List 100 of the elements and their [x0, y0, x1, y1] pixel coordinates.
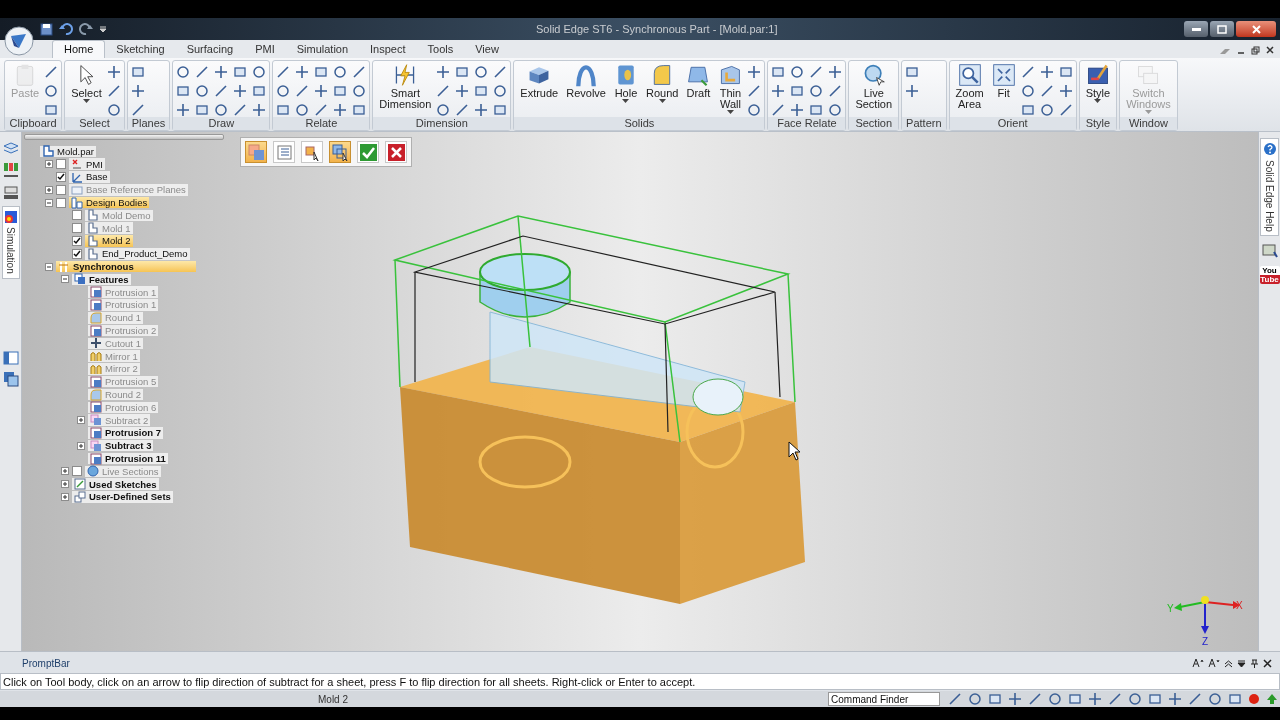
- expander-toggle[interactable]: [77, 416, 85, 425]
- line-tool-icon[interactable]: [352, 65, 367, 79]
- assembly-icon[interactable]: [2, 184, 19, 200]
- square-tool-icon[interactable]: [1020, 103, 1035, 117]
- ribbon-tab[interactable]: Surfacing: [175, 40, 245, 58]
- circle-tool-icon[interactable]: [493, 84, 508, 98]
- line-tool-icon[interactable]: [1028, 692, 1042, 706]
- checkbox[interactable]: [72, 223, 82, 234]
- ribbon-button[interactable]: Style: [1082, 61, 1114, 103]
- square-tool-icon[interactable]: [1228, 692, 1242, 706]
- font-larger-icon[interactable]: [1192, 658, 1204, 668]
- cross-tool-icon[interactable]: [106, 65, 121, 79]
- circle-tool-icon[interactable]: [474, 65, 489, 79]
- cross-tool-icon[interactable]: [333, 103, 348, 117]
- command-bar-button[interactable]: [357, 141, 379, 163]
- maximize-button[interactable]: [1210, 21, 1234, 37]
- line-tool-icon[interactable]: [295, 84, 310, 98]
- command-bar-button[interactable]: [329, 141, 351, 163]
- application-orb-icon[interactable]: [4, 26, 34, 56]
- line-tool-icon[interactable]: [493, 65, 508, 79]
- square-tool-icon[interactable]: [455, 65, 470, 79]
- cross-tool-icon[interactable]: [1168, 692, 1182, 706]
- square-tool-icon[interactable]: [44, 103, 59, 117]
- line-tool-icon[interactable]: [195, 65, 210, 79]
- ribbon-tab[interactable]: View: [464, 40, 510, 58]
- circle-tool-icon[interactable]: [195, 84, 210, 98]
- square-tool-icon[interactable]: [333, 84, 348, 98]
- line-tool-icon[interactable]: [233, 103, 248, 117]
- customize-caret-icon[interactable]: [99, 25, 107, 33]
- circle-tool-icon[interactable]: [1020, 84, 1035, 98]
- circle-tool-icon[interactable]: [436, 103, 451, 117]
- checkbox[interactable]: [56, 172, 66, 182]
- square-tool-icon[interactable]: [176, 84, 191, 98]
- record-icon[interactable]: [1248, 693, 1260, 705]
- square-tool-icon[interactable]: [809, 103, 824, 117]
- command-bar-button[interactable]: [301, 141, 323, 163]
- circle-tool-icon[interactable]: [333, 65, 348, 79]
- cross-tool-icon[interactable]: [436, 65, 451, 79]
- ribbon-button[interactable]: Fit: [988, 61, 1019, 99]
- cross-tool-icon[interactable]: [905, 84, 920, 98]
- cross-tool-icon[interactable]: [474, 103, 489, 117]
- expander-toggle[interactable]: [61, 492, 69, 501]
- ribbon-button[interactable]: Smart Dimension: [376, 61, 435, 110]
- line-tool-icon[interactable]: [828, 84, 843, 98]
- tree-item[interactable]: Features: [72, 273, 131, 286]
- expander-toggle[interactable]: [45, 198, 53, 207]
- circle-tool-icon[interactable]: [1039, 103, 1054, 117]
- ribbon-button[interactable]: Zoom Area: [952, 61, 987, 110]
- ribbon-tab[interactable]: Simulation: [285, 40, 360, 58]
- circle-tool-icon[interactable]: [252, 65, 267, 79]
- undo-icon[interactable]: [59, 22, 73, 36]
- square-tool-icon[interactable]: [1068, 692, 1082, 706]
- cross-tool-icon[interactable]: [828, 65, 843, 79]
- tree-item[interactable]: Used Sketches: [72, 478, 159, 490]
- line-tool-icon[interactable]: [809, 65, 824, 79]
- square-tool-icon[interactable]: [905, 65, 920, 79]
- circle-tool-icon[interactable]: [809, 84, 824, 98]
- layers-icon[interactable]: [2, 142, 19, 156]
- square-tool-icon[interactable]: [314, 65, 329, 79]
- circle-tool-icon[interactable]: [276, 84, 291, 98]
- tree-item[interactable]: Synchronous: [56, 260, 196, 273]
- square-tool-icon[interactable]: [233, 65, 248, 79]
- table-icon[interactable]: [2, 350, 19, 365]
- tree-item[interactable]: Mold 2: [85, 235, 133, 247]
- tree-item[interactable]: Protrusion 11: [88, 452, 168, 465]
- square-tool-icon[interactable]: [252, 84, 267, 98]
- checkbox[interactable]: [56, 197, 66, 208]
- up-arrow-icon[interactable]: [1266, 693, 1278, 705]
- line-tool-icon[interactable]: [771, 103, 786, 117]
- checkbox[interactable]: [56, 159, 66, 170]
- parts-icon[interactable]: [2, 162, 19, 178]
- square-tool-icon[interactable]: [474, 84, 489, 98]
- checkbox[interactable]: [72, 466, 82, 477]
- expander-toggle[interactable]: [45, 185, 53, 194]
- cross-tool-icon[interactable]: [314, 84, 329, 98]
- redo-icon[interactable]: [79, 22, 93, 36]
- ribbon-button[interactable]: Live Section: [852, 61, 896, 110]
- square-tool-icon[interactable]: [130, 65, 145, 79]
- command-finder-field[interactable]: Command Finder: [828, 692, 940, 706]
- ribbon-button[interactable]: Hole: [611, 61, 641, 103]
- cross-tool-icon[interactable]: [747, 65, 762, 79]
- save-icon[interactable]: [40, 22, 53, 36]
- circle-tool-icon[interactable]: [214, 103, 229, 117]
- line-tool-icon[interactable]: [130, 103, 145, 117]
- ribbon-tab[interactable]: Tools: [416, 40, 465, 58]
- square-tool-icon[interactable]: [988, 692, 1002, 706]
- square-tool-icon[interactable]: [771, 65, 786, 79]
- cross-tool-icon[interactable]: [1008, 692, 1022, 706]
- ribbon-button[interactable]: Select: [68, 61, 105, 103]
- ribbon-button[interactable]: Thin Wall: [715, 61, 746, 114]
- cross-tool-icon[interactable]: [1039, 65, 1054, 79]
- square-tool-icon[interactable]: [195, 103, 210, 117]
- ribbon-button[interactable]: Extrude: [517, 61, 562, 99]
- tree-item[interactable]: Design Bodies: [69, 196, 150, 209]
- line-tool-icon[interactable]: [314, 103, 329, 117]
- stacked-windows-icon[interactable]: [2, 370, 19, 387]
- tree-item[interactable]: Protrusion 7: [88, 427, 163, 439]
- expander-toggle[interactable]: [61, 480, 69, 489]
- line-tool-icon[interactable]: [1058, 103, 1073, 117]
- tree-item[interactable]: Base: [69, 171, 110, 183]
